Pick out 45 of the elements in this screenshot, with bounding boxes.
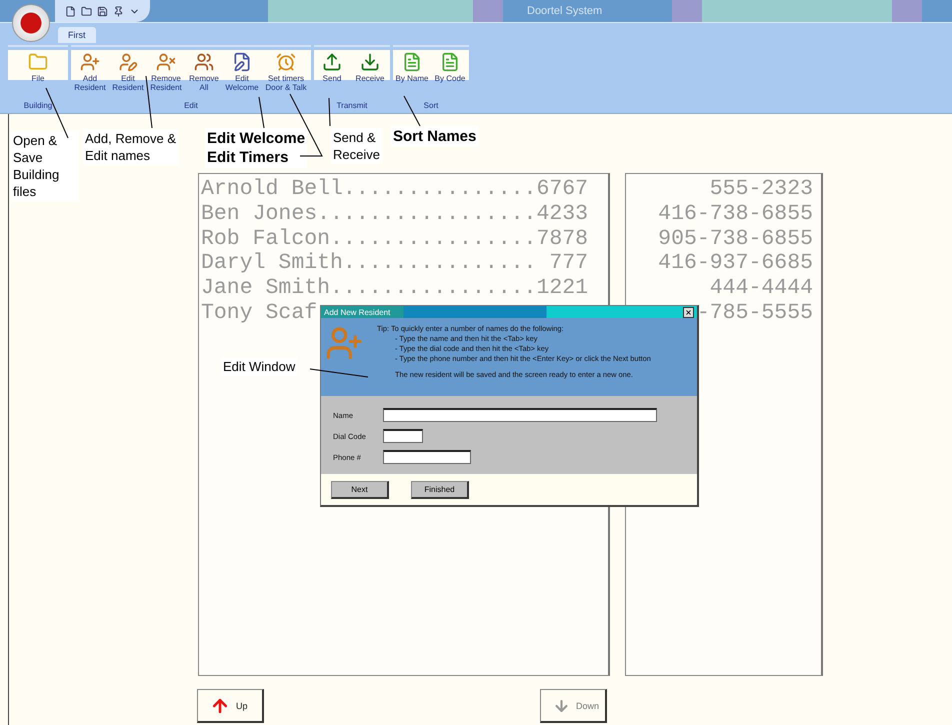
leader-line (146, 76, 152, 128)
close-button[interactable] (683, 306, 694, 318)
dialog-button[interactable]: Finished (411, 481, 469, 499)
save-icon[interactable] (97, 6, 108, 16)
leader-line (258, 96, 264, 128)
dialog-title: Add New Resident (324, 308, 390, 316)
dialog-button[interactable]: Next (331, 481, 389, 499)
download-icon (360, 52, 380, 72)
input-field[interactable] (383, 408, 657, 422)
user-plus-icon (80, 52, 100, 72)
group-title: Edit (183, 100, 199, 112)
user-remove-icon (156, 52, 176, 72)
users-remove-icon (194, 52, 214, 72)
ribbon-button[interactable]: Edit Welcome (223, 50, 261, 100)
ribbon-button[interactable]: By Code (431, 50, 469, 100)
annotation-label: Send & Receive (331, 128, 382, 164)
annotation-label: Edit Window (221, 357, 298, 376)
annotation-label: Add, Remove & Edit names (83, 129, 178, 165)
annotation-label: Edit Welcome Edit Timers (205, 128, 308, 168)
pin-icon[interactable] (113, 6, 124, 16)
input-field[interactable] (383, 450, 471, 464)
group-title: Sort (422, 100, 440, 112)
new-file-icon[interactable] (65, 6, 76, 16)
leader-line (404, 96, 420, 126)
sorted-document-icon (440, 52, 460, 72)
upload-icon (322, 52, 342, 72)
folder-icon[interactable] (81, 6, 92, 16)
document-edit-icon (232, 52, 252, 72)
leader-line (310, 368, 368, 378)
window-title: Doortel System (526, 5, 604, 17)
group-title: Transmit (336, 100, 368, 112)
up-button[interactable]: Up (197, 689, 264, 723)
ribbon-tab[interactable]: First (58, 27, 96, 43)
sorted-document-icon (402, 52, 422, 72)
user-plus-icon (325, 324, 363, 362)
annotation-label: Sort Names (391, 126, 478, 147)
alarm-clock-icon (276, 52, 296, 72)
user-edit-icon (118, 52, 138, 72)
close-icon (685, 308, 692, 316)
leader-line (328, 98, 330, 126)
group-title: Building (22, 100, 54, 112)
ribbon-button[interactable]: By Name (393, 50, 431, 100)
input-field[interactable] (383, 429, 423, 443)
folder-icon (28, 52, 48, 72)
annotation-label: Open & Save Building files (11, 131, 79, 201)
